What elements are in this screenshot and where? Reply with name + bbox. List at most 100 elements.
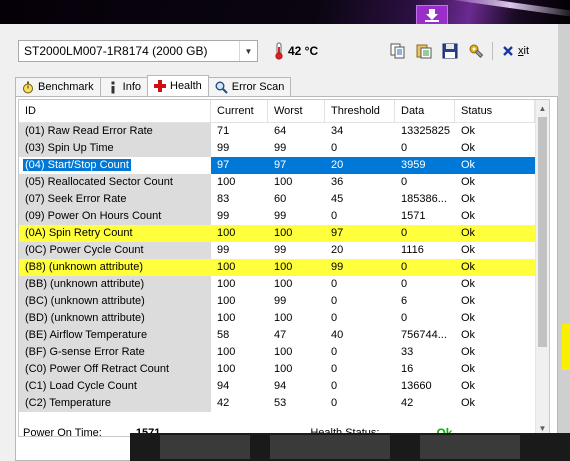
cell-current: 100 — [217, 295, 236, 307]
cell-data: 0 — [401, 312, 408, 324]
attribute-name: (09) Power On Hours Count — [25, 210, 162, 222]
magnifier-icon — [215, 81, 228, 94]
cell-id: (0C) Power Cycle Count — [19, 242, 211, 259]
attribute-name: (05) Reallocated Sector Count — [25, 176, 173, 188]
cell-threshold: 20 — [325, 157, 395, 174]
column-header-id[interactable]: ID — [19, 100, 211, 122]
exit-button[interactable]: xit — [499, 45, 532, 57]
save-button[interactable] — [440, 41, 460, 61]
cell-data: 1116 — [401, 244, 424, 256]
cell-data: 0 — [401, 176, 408, 188]
floppy-disk-icon — [442, 43, 458, 59]
cell-status: Ok — [461, 278, 476, 290]
table-row[interactable]: (BE) Airflow Temperature 58 47 40 756744... O… — [19, 327, 549, 344]
table-row[interactable]: (09) Power On Hours Count 99 99 0 1571 Ok — [19, 208, 549, 225]
close-icon — [503, 46, 513, 56]
cell-status: Ok — [461, 176, 476, 188]
cell-current: 100 — [217, 278, 236, 290]
table-row[interactable]: (04) Start/Stop Count 97 97 20 3959 Ok — [19, 157, 549, 174]
table-row[interactable]: (07) Seek Error Rate 83 60 45 185386... Ok — [19, 191, 549, 208]
table-row[interactable]: (03) Spin Up Time 99 99 0 0 Ok — [19, 140, 549, 157]
scroll-up-icon[interactable]: ▲ — [536, 100, 549, 116]
cell-current: 100 — [217, 363, 236, 375]
cell-status: Ok — [455, 157, 535, 174]
column-header-data[interactable]: Data — [395, 100, 455, 122]
cell-status: Ok — [461, 329, 476, 341]
cell-status: Ok — [455, 225, 535, 242]
drive-selector[interactable]: ST2000LM007-1R8174 (2000 GB) ▼ — [18, 40, 258, 62]
cell-worst: 100 — [274, 363, 293, 375]
cell-id: (BD) (unknown attribute) — [19, 310, 211, 327]
cell-threshold: 0 — [331, 346, 338, 358]
cell-current: 100 — [211, 259, 268, 276]
table-row[interactable]: (BB) (unknown attribute) 100 100 0 0 Ok — [19, 276, 549, 293]
table-row[interactable]: (0C) Power Cycle Count 99 99 20 1116 Ok — [19, 242, 549, 259]
cell-worst: 53 — [274, 397, 287, 409]
table-row[interactable]: (C0) Power Off Retract Count 100 100 0 16 Ok — [19, 361, 549, 378]
toolbar: xit — [388, 40, 532, 62]
cell-worst: 99 — [274, 142, 287, 154]
cell-status: Ok — [461, 312, 476, 324]
column-header-worst[interactable]: Worst — [268, 100, 325, 122]
cell-current: 42 — [217, 397, 230, 409]
attribute-name: (04) Start/Stop Count — [23, 159, 131, 171]
attribute-name: (BC) (unknown attribute) — [25, 295, 145, 307]
column-header-status[interactable]: Status — [455, 100, 535, 122]
table-row[interactable]: (0A) Spin Retry Count 100 100 97 0 Ok — [19, 225, 549, 242]
cell-id: (07) Seek Error Rate — [19, 191, 211, 208]
table-header: ID Current Worst Threshold Data Status — [19, 100, 549, 123]
table-row[interactable]: (01) Raw Read Error Rate 71 64 34 13325825 Ok — [19, 123, 549, 140]
copy-icon — [390, 43, 405, 59]
attribute-name: (01) Raw Read Error Rate — [25, 125, 153, 137]
attribute-name: (BB) (unknown attribute) — [25, 278, 145, 290]
vertical-scrollbar[interactable]: ▲ ▼ — [535, 100, 549, 436]
table-row[interactable]: (C2) Temperature 42 53 0 42 Ok — [19, 395, 549, 412]
table-row[interactable]: (BF) G-sense Error Rate 100 100 0 33 Ok — [19, 344, 549, 361]
table-row[interactable]: (BC) (unknown attribute) 100 99 0 6 Ok — [19, 293, 549, 310]
toolbar-separator — [492, 42, 493, 60]
chevron-down-icon[interactable]: ▼ — [239, 41, 257, 61]
info-icon — [111, 81, 115, 93]
cell-id: (01) Raw Read Error Rate — [19, 123, 211, 140]
table-row[interactable]: (B8) (unknown attribute) 100 100 99 0 Ok — [19, 259, 549, 276]
tab-bar: Benchmark Info Health Error Scan — [15, 75, 292, 97]
copy-button[interactable] — [388, 41, 408, 61]
cell-current: 99 — [217, 244, 230, 256]
column-header-threshold[interactable]: Threshold — [325, 100, 395, 122]
tab-benchmark[interactable]: Benchmark — [15, 77, 101, 96]
cell-threshold: 45 — [331, 193, 344, 205]
download-arrow-button[interactable] — [416, 5, 448, 25]
cell-worst: 99 — [274, 244, 287, 256]
copy-all-button[interactable] — [414, 41, 434, 61]
temperature-value: 42 °C — [288, 44, 319, 58]
cell-threshold: 97 — [325, 225, 395, 242]
thermometer-icon — [275, 42, 283, 60]
cell-threshold: 0 — [331, 312, 338, 324]
attribute-name: (B8) (unknown attribute) — [25, 261, 143, 273]
table-row[interactable]: (BD) (unknown attribute) 100 100 0 0 Ok — [19, 310, 549, 327]
scrollbar-thumb[interactable] — [538, 117, 547, 347]
attribute-name: (0A) Spin Retry Count — [25, 227, 133, 239]
cell-id: (C0) Power Off Retract Count — [19, 361, 211, 378]
cell-data: 185386... — [401, 193, 447, 205]
cell-data: 13325825 — [401, 125, 450, 137]
cell-status: Ok — [455, 259, 535, 276]
table-row[interactable]: (C1) Load Cycle Count 94 94 0 13660 Ok — [19, 378, 549, 395]
cell-id: (B8) (unknown attribute) — [19, 259, 211, 276]
table-row[interactable]: (05) Reallocated Sector Count 100 100 36 0 Ok — [19, 174, 549, 191]
column-header-current[interactable]: Current — [211, 100, 268, 122]
wrench-icon — [469, 44, 484, 58]
tab-health[interactable]: Health — [147, 75, 209, 96]
tab-info[interactable]: Info — [99, 77, 148, 96]
cell-threshold: 99 — [325, 259, 395, 276]
tab-error-scan[interactable]: Error Scan — [207, 77, 292, 96]
cell-data: 0 — [401, 278, 408, 290]
options-button[interactable] — [466, 41, 486, 61]
cell-id: (BF) G-sense Error Rate — [19, 344, 211, 361]
attribute-name: (0C) Power Cycle Count — [25, 244, 144, 256]
cell-threshold: 0 — [331, 142, 338, 154]
cell-status: Ok — [461, 380, 476, 392]
attribute-name: (C2) Temperature — [25, 397, 111, 409]
smart-attributes-table: ID Current Worst Threshold Data Status (… — [18, 99, 550, 437]
cell-id: (C1) Load Cycle Count — [19, 378, 211, 395]
